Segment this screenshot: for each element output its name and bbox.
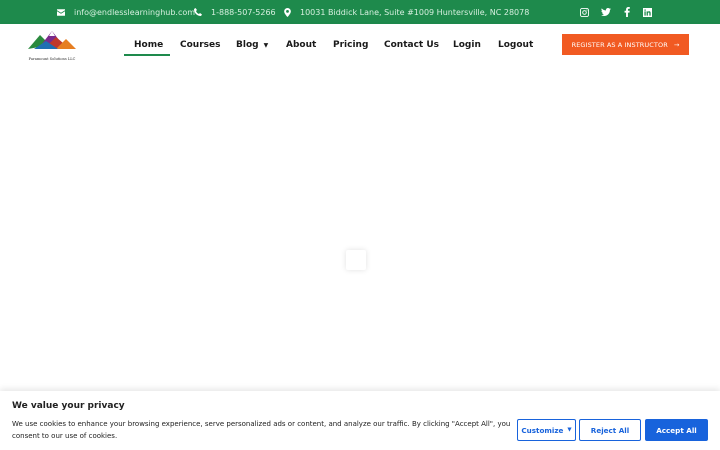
email-contact[interactable]: info@endlesslearninghub.com [57,0,195,24]
nav-item-pricing[interactable]: Pricing [333,24,368,66]
top-info-bar: info@endlesslearninghub.com 1-888-507-52… [0,0,720,24]
nav-item-label: Login [453,40,481,50]
nav-item-label: Blog [236,40,259,50]
phone-icon [194,8,202,16]
nav-item-label: Contact Us [384,40,440,50]
cookie-description: We use cookies to enhance your browsing … [12,420,511,440]
nav-item-home[interactable]: Home [134,24,163,66]
logo-text: Paramount Solutions LLC [28,57,76,61]
address-text: 10031 Biddick Lane, Suite #1009 Huntersv… [300,7,530,17]
instagram-icon[interactable] [574,7,595,17]
mountain-logo-icon [28,31,76,49]
phone-text: 1-888-507-5266 [211,7,276,17]
envelope-icon [57,8,65,16]
active-nav-underline [124,54,170,56]
nav-item-label: Logout [498,40,534,50]
nav-item-label: Pricing [333,40,369,50]
cookie-consent-banner: We value your privacy We use cookies to … [0,391,720,450]
customize-button[interactable]: Customize ▼ [517,419,576,441]
linkedin-icon[interactable] [637,7,658,17]
nav-item-logout[interactable]: Logout [498,24,533,66]
nav-item-contact-us[interactable]: Contact Us [384,24,439,66]
arrow-right-icon: → [673,40,680,49]
nav-item-about[interactable]: About [286,24,316,66]
caret-down-icon: ▼ [567,427,572,433]
nav-item-courses[interactable]: Courses [180,24,220,66]
social-links [574,0,658,24]
accept-all-button[interactable]: Accept All [645,419,708,441]
twitter-icon[interactable] [595,8,616,16]
nav-item-label: Courses [180,40,221,50]
nav-item-label: About [286,40,317,50]
caret-down-icon: ▼ [263,41,269,49]
nav-item-login[interactable]: Login [453,24,481,66]
site-header: Paramount Solutions LLC Home Courses Blo… [0,24,720,66]
nav-item-blog[interactable]: Blog ▼ [236,24,268,66]
site-logo[interactable]: Paramount Solutions LLC [20,27,84,61]
nav-item-label: Home [134,40,164,50]
loading-spinner [346,250,366,270]
phone-contact[interactable]: 1-888-507-5266 [194,0,276,24]
cookie-title: We value your privacy [12,401,125,411]
reject-all-button[interactable]: Reject All [579,419,641,441]
email-text: info@endlesslearninghub.com [74,7,196,17]
address-contact: 10031 Biddick Lane, Suite #1009 Huntersv… [284,0,529,24]
map-marker-icon [284,7,291,17]
register-button-label: REGISTER AS A INSTRUCTOR [571,40,668,49]
main-content [0,66,720,391]
register-instructor-button[interactable]: REGISTER AS A INSTRUCTOR → [562,34,689,55]
customize-label: Customize [521,425,564,435]
facebook-icon[interactable] [616,7,637,17]
